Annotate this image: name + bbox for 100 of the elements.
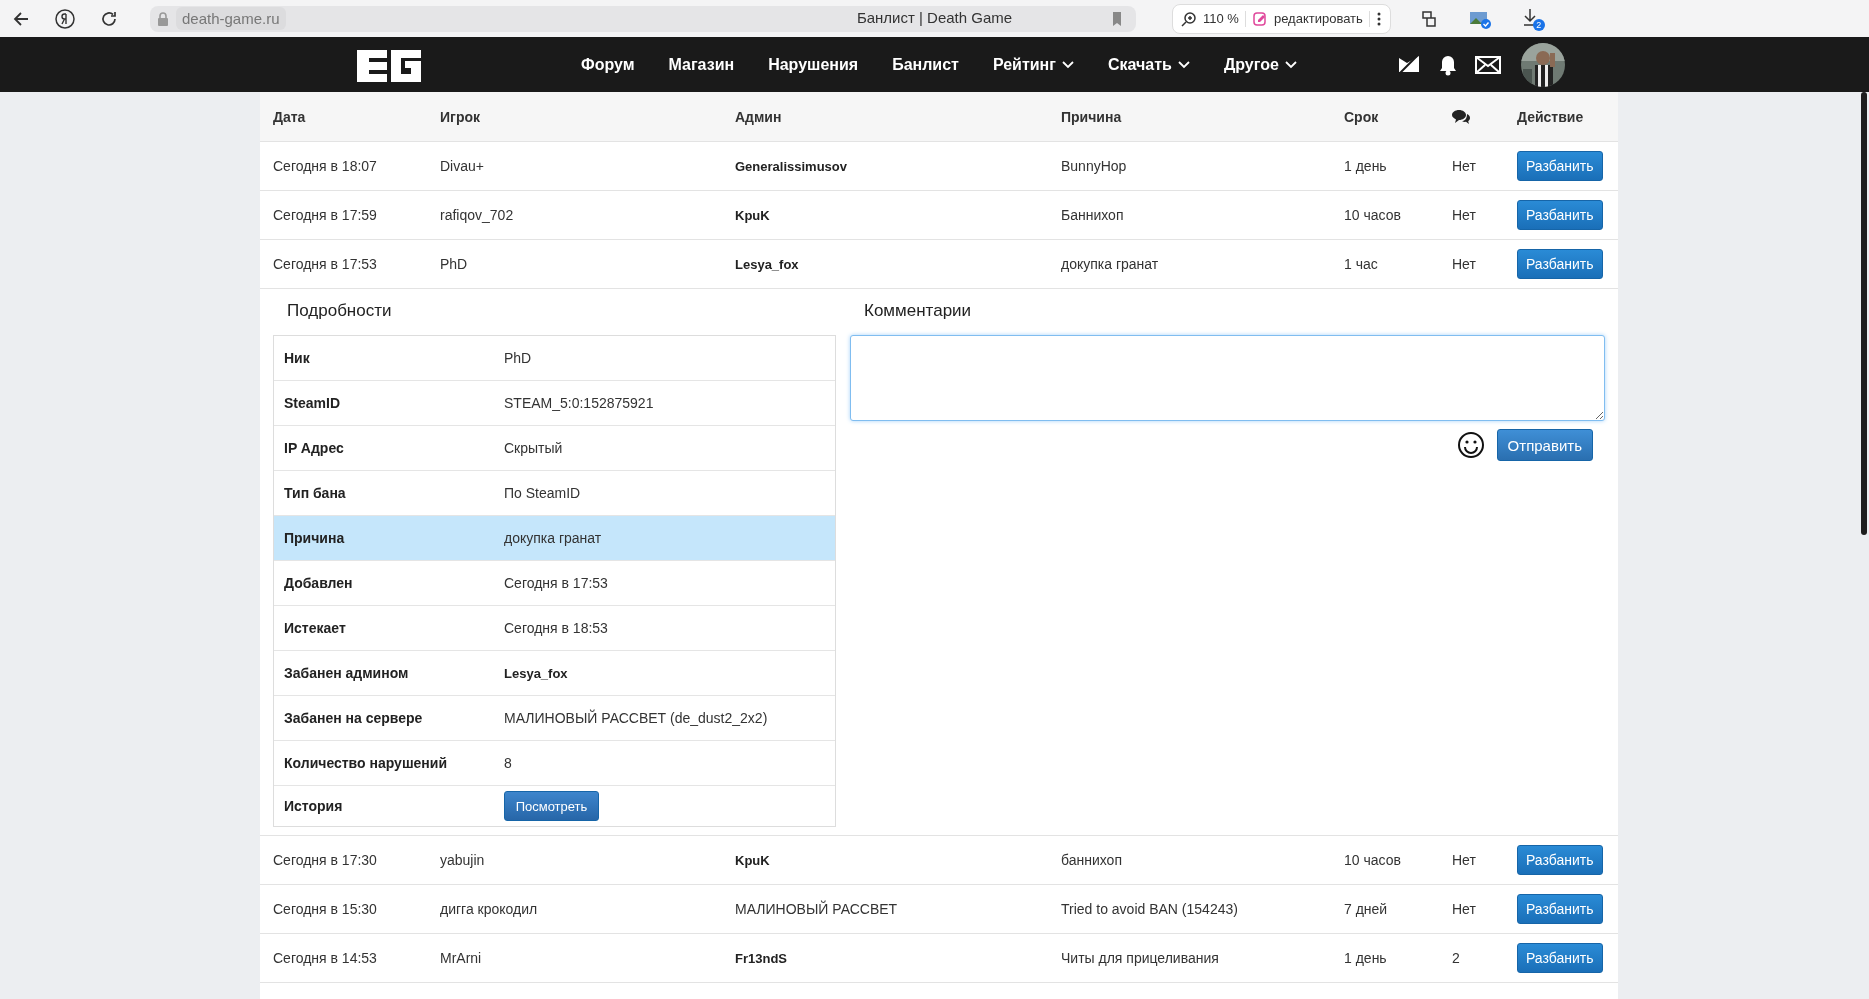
url-field[interactable]: death-game.ru (176, 7, 286, 30)
date-cell: Сегодня в 18:07 (273, 158, 377, 174)
unban-button[interactable]: Разбанить (1517, 894, 1603, 924)
column-header: Срок (1344, 108, 1379, 125)
date-cell: Сегодня в 17:53 (273, 256, 377, 272)
player-name: PhD (440, 256, 468, 272)
nav-link[interactable]: Рейтинг (992, 55, 1074, 74)
date-cell: Сегодня в 17:30 (273, 852, 377, 868)
nav-link[interactable]: Скачать (1107, 55, 1190, 74)
field-value: Скрытый (504, 440, 563, 456)
field-value: STEAM_5:0:152875921 (504, 395, 654, 411)
bookmark-icon[interactable] (1110, 10, 1124, 27)
field-label: Забанен на сервере (284, 710, 423, 726)
comment-field[interactable] (850, 335, 1605, 421)
column-header: Админ (735, 108, 782, 125)
field-label: Забанен админом (284, 665, 409, 681)
section-title: Комментарии (864, 301, 973, 322)
player-name: yabujin (440, 852, 485, 868)
comments-cell: Нет (1452, 207, 1476, 223)
field-label: История (284, 798, 343, 814)
more-icon[interactable] (1375, 10, 1382, 27)
column-header: Действие (1517, 108, 1584, 125)
field-value: Сегодня в 17:53 (504, 575, 608, 591)
admin-name: МАЛИНОВЫЙ РАССВЕТ (735, 901, 898, 917)
caret-icon (1284, 60, 1297, 69)
logo-icon[interactable] (357, 47, 421, 82)
lock-icon (156, 10, 170, 27)
comments-cell: Нет (1452, 901, 1476, 917)
comments-cell: Нет (1452, 256, 1476, 272)
edit-button[interactable]: редактировать (1273, 11, 1363, 26)
zoom-level[interactable]: 110 % (1203, 11, 1239, 26)
field-label: Количество нарушений (284, 755, 447, 771)
unban-button[interactable]: Разбанить (1517, 249, 1603, 279)
field-value: 8 (504, 755, 512, 771)
bell-icon[interactable] (1438, 53, 1457, 76)
comments-icon (1452, 108, 1470, 125)
field-label: SteamID (284, 395, 341, 411)
column-header: Причина (1061, 108, 1122, 125)
player-name: rafiqov_702 (440, 207, 514, 223)
field-value: докупка гранат (504, 530, 602, 546)
field-value: PhD (504, 350, 532, 366)
term-cell: 10 часов (1344, 852, 1401, 868)
reason-cell: баннихоп (1061, 852, 1122, 868)
mail-icon[interactable] (1474, 54, 1501, 75)
unban-button[interactable]: Разбанить (1517, 151, 1603, 181)
nav-link[interactable]: Другое (1223, 55, 1297, 74)
field-label: Ник (284, 350, 310, 366)
field-value: Сегодня в 18:53 (504, 620, 608, 636)
unban-button[interactable]: Разбанить (1517, 943, 1603, 973)
player-name: MrArni (440, 950, 482, 966)
nav-link[interactable]: Магазин (668, 55, 735, 74)
reason-cell: BunnyHop (1061, 158, 1127, 174)
admin-name: KpuK (735, 208, 770, 223)
unban-button[interactable]: Разбанить (1517, 200, 1603, 230)
reason-cell: Читы для прицеливания (1061, 950, 1219, 966)
admin-name: KpuK (735, 853, 770, 868)
nav-link[interactable]: Банлист (892, 55, 959, 74)
field-value: МАЛИНОВЫЙ РАССВЕТ (de_dust2_2x2) (504, 710, 768, 726)
term-cell: 1 день (1344, 158, 1387, 174)
unban-button[interactable]: Разбанить (1517, 845, 1603, 875)
admin-name: Fr13ndS (735, 951, 787, 966)
field-label: IP Адрес (284, 440, 344, 456)
comments-cell: Нет (1452, 158, 1476, 174)
date-cell: Сегодня в 15:30 (273, 901, 377, 917)
field-label: Истекает (284, 620, 346, 636)
term-cell: 10 часов (1344, 207, 1401, 223)
field-value: Lesya_fox (504, 666, 568, 681)
player-name: Divau+ (440, 158, 484, 174)
download-count: 2 (1532, 18, 1545, 31)
player-name: дигга крокодил (440, 901, 538, 917)
column-header: Дата (273, 108, 306, 125)
nav-link[interactable]: Нарушения (768, 55, 859, 74)
downloads-button[interactable]: 2 (1520, 6, 1545, 31)
term-cell: 1 час (1344, 256, 1378, 272)
edit-icon[interactable] (1251, 10, 1268, 27)
field-label: Тип бана (284, 485, 346, 501)
reason-cell: Tried to avoid BAN (154243) (1061, 901, 1238, 917)
zoom-icon[interactable] (1181, 10, 1197, 27)
smiley-icon[interactable] (1456, 431, 1485, 459)
send-button[interactable]: Отправить (1496, 429, 1593, 461)
view-button[interactable]: Посмотреть (504, 791, 599, 821)
field-label: Причина (284, 530, 345, 546)
admin-name: Generalissimusov (735, 159, 847, 174)
term-cell: 1 день (1344, 950, 1387, 966)
nav-link[interactable]: Форум (581, 55, 635, 74)
comments-cell: Нет (1452, 852, 1476, 868)
caret-icon (1177, 60, 1190, 69)
page-title: Банлист | Death Game (856, 9, 1013, 26)
reason-cell: Баннихоп (1061, 207, 1124, 223)
date-cell: Сегодня в 14:53 (273, 950, 377, 966)
date-cell: Сегодня в 17:59 (273, 207, 377, 223)
column-header: Игрок (440, 108, 480, 125)
section-title: Подробности (287, 301, 393, 322)
field-label: Добавлен (284, 575, 353, 591)
browser-logo-icon[interactable] (54, 7, 76, 30)
scrollbar[interactable] (1861, 92, 1867, 535)
admin-name: Lesya_fox (735, 257, 799, 272)
term-cell: 7 дней (1344, 901, 1388, 917)
field-value: По SteamID (504, 485, 581, 501)
reason-cell: докупка гранат (1061, 256, 1159, 272)
